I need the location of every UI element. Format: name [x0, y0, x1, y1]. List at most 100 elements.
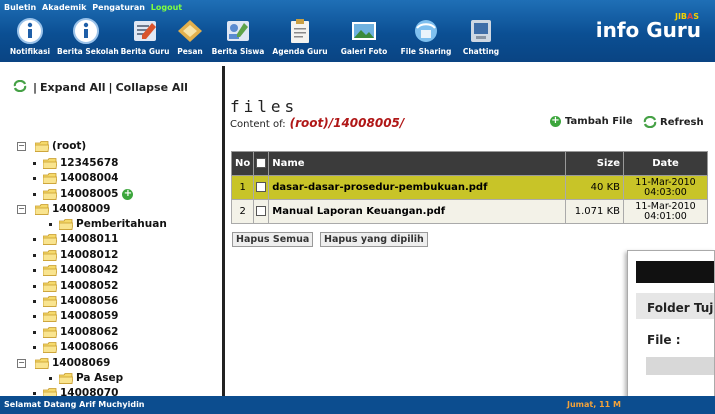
row-checkbox[interactable]: [256, 206, 267, 216]
nav-file-sharing[interactable]: File Sharing: [394, 17, 458, 61]
info-icon: [17, 18, 43, 44]
collapse-toggle-icon[interactable]: −: [17, 204, 26, 214]
tree-node[interactable]: 14008056: [33, 294, 118, 308]
expand-all-link[interactable]: Expand All: [40, 81, 106, 94]
bullet-icon: [33, 253, 36, 257]
menu-buletin[interactable]: Buletin: [4, 3, 36, 12]
tree-node-label[interactable]: (root): [52, 140, 86, 152]
dialog-file-label: File :: [647, 333, 681, 347]
tree-node-label[interactable]: 14008069: [52, 357, 110, 369]
bullet-icon: [33, 330, 36, 334]
collapse-all-link[interactable]: Collapse All: [116, 81, 188, 94]
move-file-dialog[interactable]: Folder Tuj File :: [627, 250, 715, 400]
tambah-file-button[interactable]: + Tambah File: [550, 116, 633, 127]
tree-node[interactable]: Pemberitahuan: [49, 217, 167, 231]
tree-node-label[interactable]: 14008042: [60, 264, 118, 276]
top-menu: Buletin Akademik Pengaturan Logout: [4, 3, 185, 12]
tree-node[interactable]: 14008012: [33, 248, 118, 262]
tree-node[interactable]: − (root): [17, 139, 86, 153]
tree-node[interactable]: − 14008009: [17, 202, 110, 216]
tree-node-label[interactable]: 14008062: [60, 326, 118, 338]
tree-node-label[interactable]: 14008056: [60, 295, 118, 307]
nav-label: Berita Sekolah: [57, 47, 119, 56]
tree-node-label[interactable]: Pemberitahuan: [76, 218, 167, 230]
bullet-icon: [33, 299, 36, 303]
content-of-label: Content of:: [230, 119, 286, 130]
nav-berita-siswa[interactable]: Berita Siswa: [208, 17, 268, 61]
bullet-icon: [33, 268, 36, 272]
nav-berita-guru[interactable]: Berita Guru: [118, 17, 172, 61]
col-date[interactable]: Date: [623, 151, 708, 176]
logout-link[interactable]: Logout: [151, 3, 182, 12]
add-icon: +: [550, 115, 561, 127]
hapus-semua-button[interactable]: Hapus Semua: [232, 232, 314, 247]
folder-icon: [43, 157, 57, 169]
file-date: 11-Mar-2010 04:03:00: [623, 175, 708, 200]
tree-node[interactable]: Pa Asep: [49, 371, 123, 385]
row-checkbox[interactable]: [256, 182, 267, 192]
chat-icon: [471, 20, 491, 42]
current-path: (root)/14008005/: [289, 116, 405, 130]
nav-chatting[interactable]: Chatting: [460, 17, 502, 61]
tree-node[interactable]: 14008062: [33, 325, 118, 339]
tree-node[interactable]: 14008011: [33, 232, 118, 246]
menu-pengaturan[interactable]: Pengaturan: [92, 3, 145, 12]
tree-node[interactable]: − 14008069: [17, 356, 110, 370]
col-name[interactable]: Name: [268, 151, 566, 176]
nav-label: Agenda Guru: [272, 47, 328, 56]
file-name-link[interactable]: Manual Laporan Keuangan.pdf: [268, 199, 566, 224]
tree-node-label[interactable]: 12345678: [60, 157, 118, 169]
tree-node[interactable]: 14008042: [33, 263, 118, 277]
folder-icon: [35, 140, 49, 152]
brand-name: info Guru: [595, 18, 701, 42]
tree-node-label[interactable]: 14008005: [60, 188, 118, 200]
table-row[interactable]: 2 Manual Laporan Keuangan.pdf 1.071 KB 1…: [230, 199, 708, 224]
col-size[interactable]: Size: [565, 151, 624, 176]
tree-node-label[interactable]: Pa Asep: [76, 372, 123, 384]
tree-node-label[interactable]: 14008012: [60, 249, 118, 261]
tree-node-label[interactable]: 14008052: [60, 280, 118, 292]
refresh-button[interactable]: Refresh: [643, 116, 704, 128]
bullet-icon: [33, 345, 36, 349]
bullet-icon: [49, 376, 52, 380]
nav-pesan[interactable]: Pesan: [172, 17, 208, 61]
nav-notifikasi[interactable]: Notifikasi: [4, 17, 56, 61]
tree-node-label[interactable]: 14008066: [60, 341, 118, 353]
refresh-icon[interactable]: [13, 79, 27, 93]
tree-node-label[interactable]: 14008059: [60, 310, 118, 322]
message-icon: [178, 20, 202, 42]
folder-icon: [43, 233, 57, 245]
tree-node[interactable]: 14008004: [33, 171, 118, 185]
folder-icon: [43, 310, 57, 322]
collapse-toggle-icon[interactable]: −: [17, 141, 26, 151]
header-bar: Buletin Akademik Pengaturan Logout Notif…: [0, 0, 715, 62]
tree-node[interactable]: 14008066: [33, 340, 118, 354]
nav-berita-sekolah[interactable]: Berita Sekolah: [57, 17, 119, 61]
footer-date: Jumat, 11 M: [567, 400, 621, 409]
dialog-titlebar[interactable]: [636, 261, 714, 283]
clipboard-icon: [291, 19, 309, 43]
tree-node[interactable]: 14008059: [33, 309, 118, 323]
content-of-line: Content of: (root)/14008005/: [230, 116, 404, 130]
nav-label: Chatting: [462, 47, 500, 56]
select-all-checkbox[interactable]: [256, 158, 267, 168]
tree-node[interactable]: 12345678: [33, 156, 118, 170]
nav-galeri-foto[interactable]: Galeri Foto: [334, 17, 394, 61]
files-heading: files: [230, 97, 299, 116]
table-row[interactable]: 1 dasar-dasar-prosedur-pembukuan.pdf 40 …: [230, 175, 708, 200]
file-name-link[interactable]: dasar-dasar-prosedur-pembukuan.pdf: [268, 175, 566, 200]
hapus-dipilih-button[interactable]: Hapus yang dipilih: [320, 232, 428, 247]
file-date: 11-Mar-2010 04:01:00: [623, 199, 708, 224]
dialog-file-field[interactable]: [646, 357, 714, 375]
folder-icon: [43, 172, 57, 184]
add-icon[interactable]: +: [122, 188, 134, 200]
tree-node-label[interactable]: 14008009: [52, 203, 110, 215]
row-select: [253, 175, 270, 200]
nav-agenda-guru[interactable]: Agenda Guru: [268, 17, 332, 61]
tree-node[interactable]: 14008052: [33, 279, 118, 293]
menu-akademik[interactable]: Akademik: [42, 3, 86, 12]
tree-node[interactable]: 14008005 +: [33, 187, 134, 201]
collapse-toggle-icon[interactable]: −: [17, 358, 26, 368]
tree-node-label[interactable]: 14008004: [60, 172, 118, 184]
tree-node-label[interactable]: 14008011: [60, 233, 118, 245]
